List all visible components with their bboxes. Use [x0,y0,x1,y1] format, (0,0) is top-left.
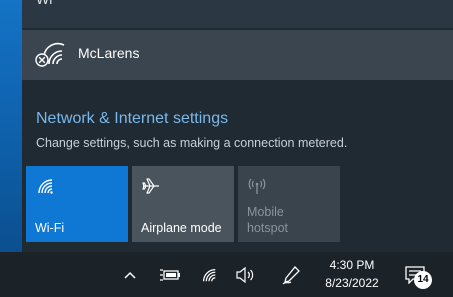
network-list-item[interactable]: McLarens [22,30,453,80]
desktop-background [0,0,22,252]
wifi-secured-x-icon [35,42,65,67]
network-settings-link[interactable]: Network & Internet settings [36,110,228,128]
network-flyout: Wi McLarens Network & Internet settings … [22,0,453,252]
battery-button[interactable] [156,252,184,297]
airplane-mode-quick-action-label: Airplane mode [141,221,222,235]
pen-workspace-button[interactable] [278,252,304,297]
network-tray-button[interactable] [196,252,222,297]
chevron-up-icon [124,271,136,279]
airplane-icon [142,178,159,194]
mobile-hotspot-quick-action[interactable]: Mobile hotspot [238,166,340,242]
clock-button[interactable]: 4:30 PM 8/23/2022 [314,256,390,292]
wifi-quick-action-label: Wi-Fi [35,221,65,235]
network-list-item-partial[interactable]: Wi [22,0,453,28]
pen-icon [282,265,300,284]
volume-icon [236,266,254,283]
wifi-quick-action[interactable]: Wi-Fi [26,166,128,242]
wifi-icon [202,268,216,281]
clock-time: 4:30 PM [329,258,375,272]
network-settings-description: Change settings, such as making a connec… [36,136,348,150]
show-hidden-icons-button[interactable] [118,252,142,297]
mobile-hotspot-quick-action-label: Mobile hotspot [247,205,289,235]
volume-button[interactable] [231,252,259,297]
network-name: McLarens [78,45,140,61]
network-name: Wi [36,0,52,7]
taskbar: 4:30 PM 8/23/2022 [0,252,453,297]
battery-charging-icon [160,268,180,281]
notification-count-badge: 14 [414,271,432,289]
hotspot-icon [248,178,266,194]
airplane-mode-quick-action[interactable]: Airplane mode [132,166,234,242]
wifi-icon [38,179,53,194]
clock-date: 8/23/2022 [325,276,379,290]
